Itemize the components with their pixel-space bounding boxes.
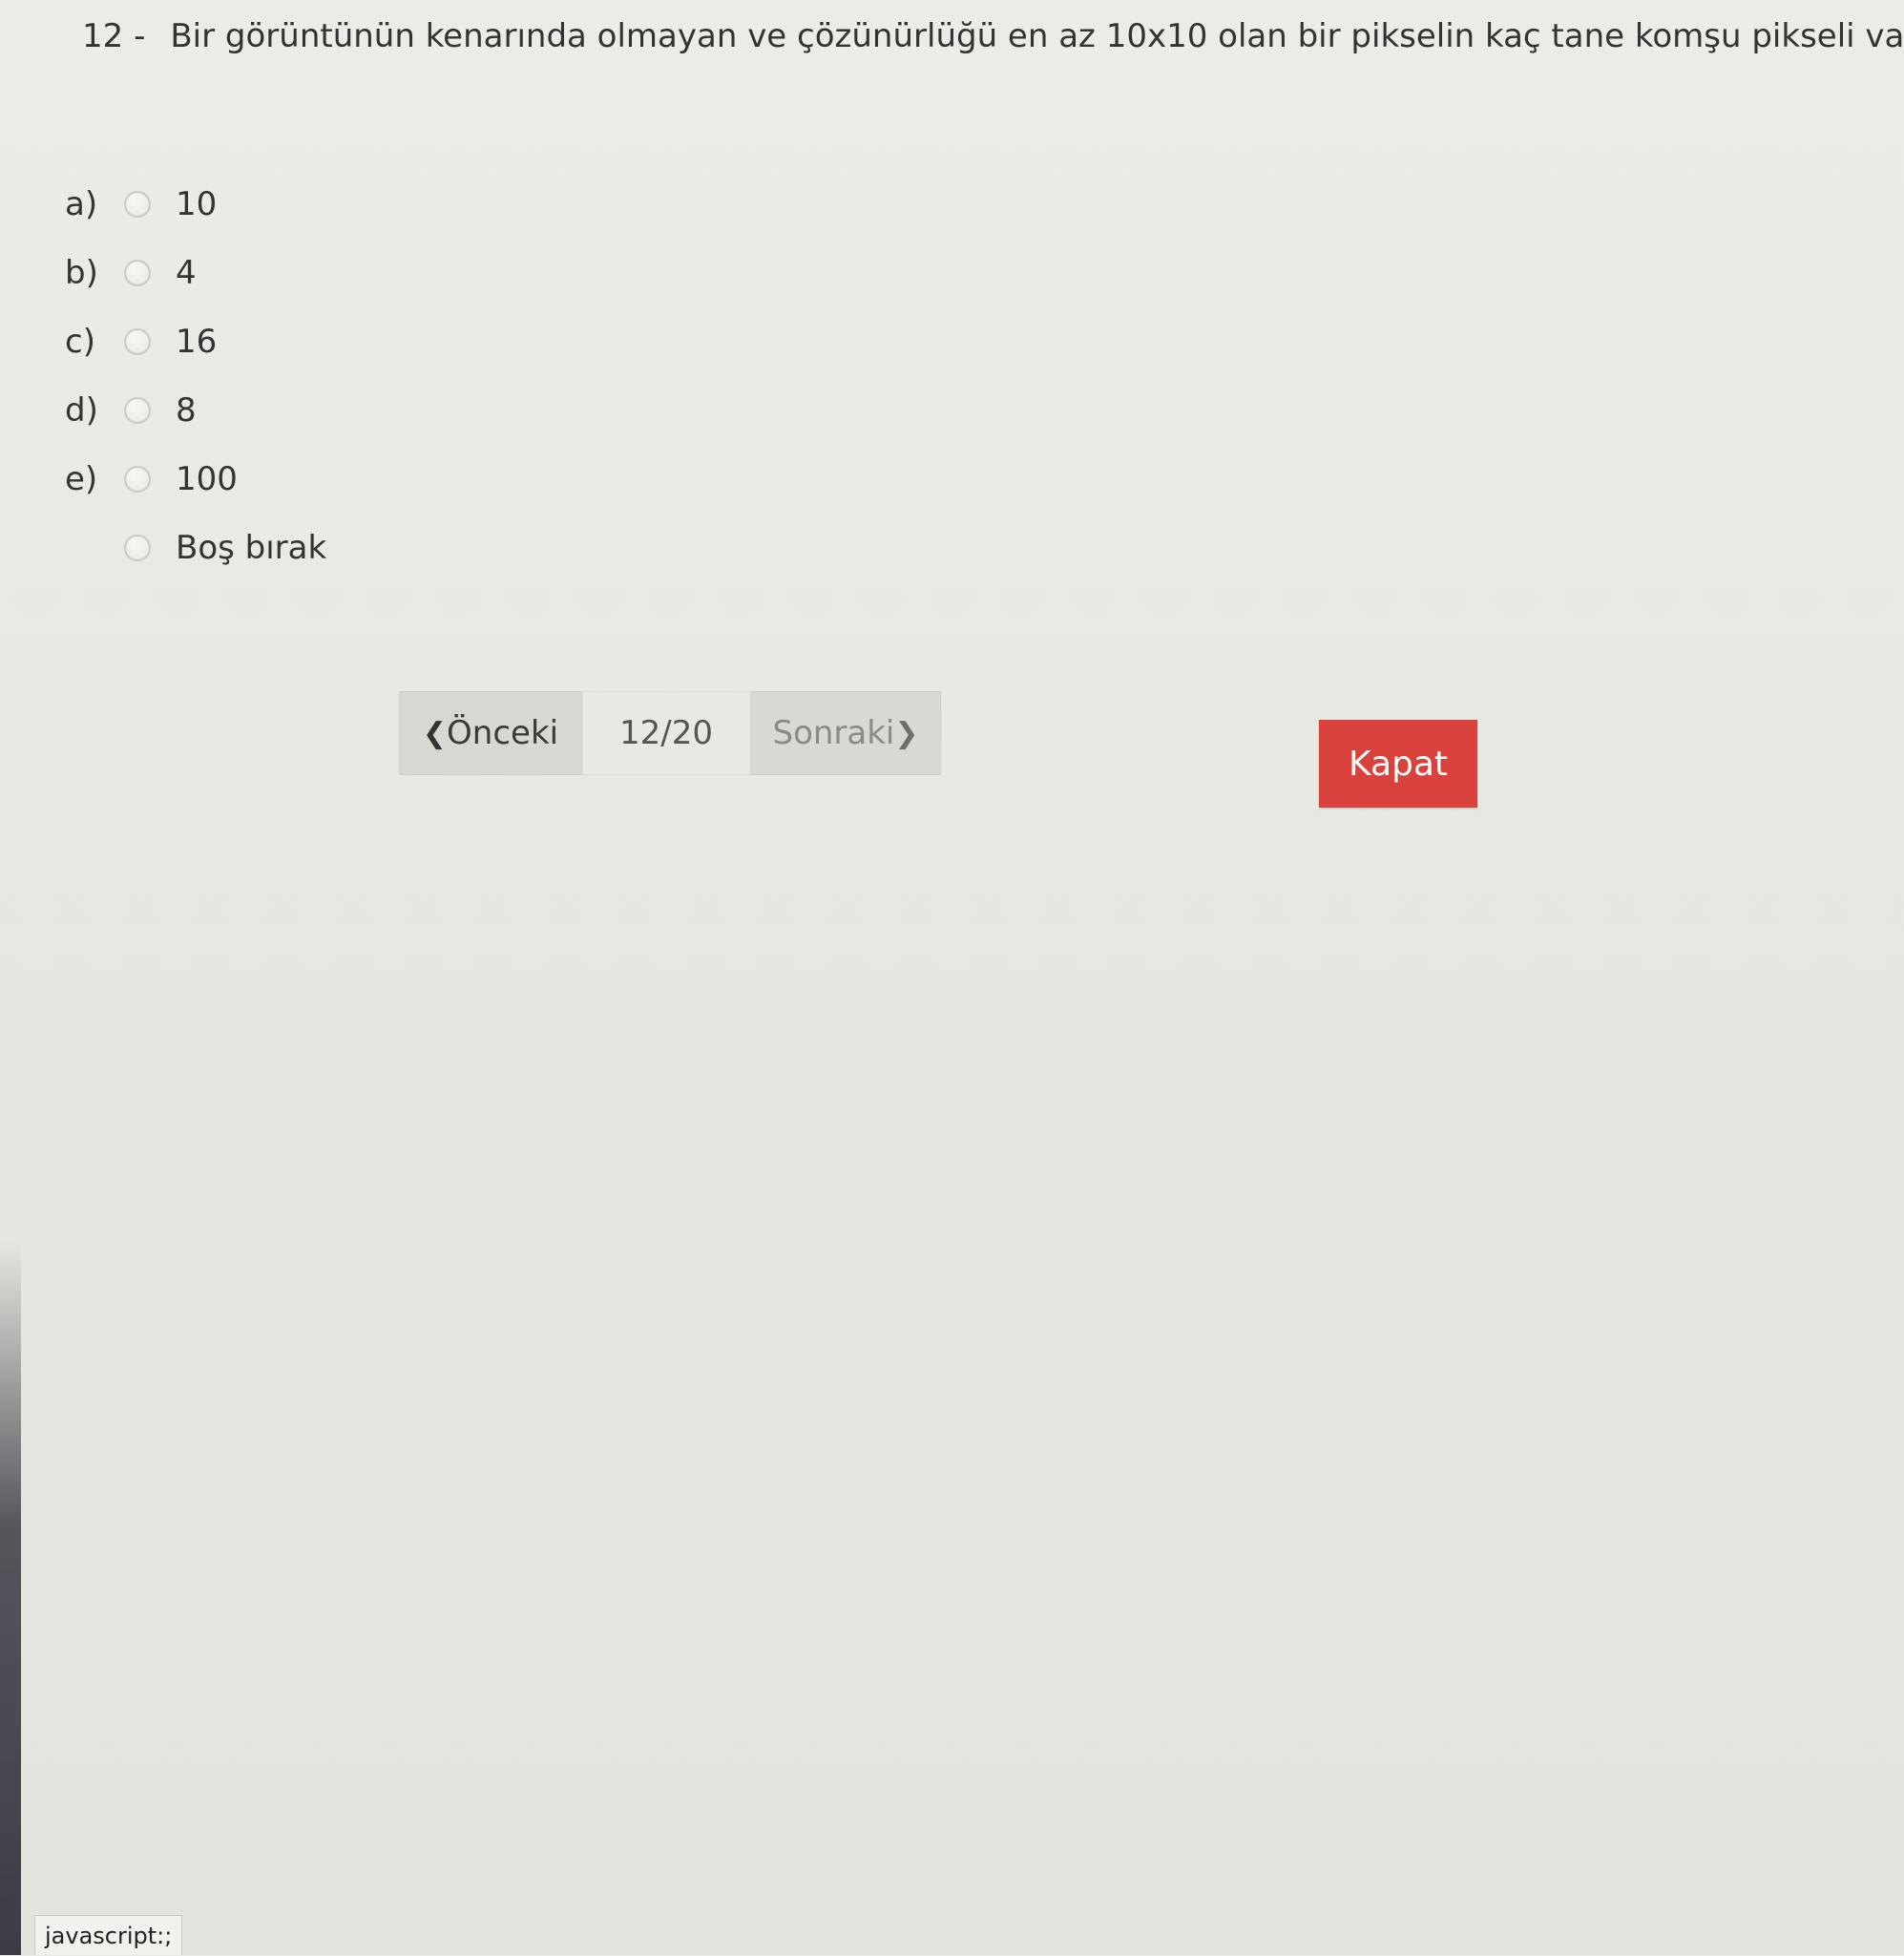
option-letter: d) (65, 391, 98, 430)
chevron-right-icon: ❯ (894, 716, 919, 750)
option-label: 4 (176, 254, 197, 292)
screen-bezel-edge (0, 1241, 21, 1955)
radio-button[interactable] (124, 260, 151, 286)
option-label: 100 (176, 460, 238, 498)
question-text: Bir görüntünün kenarında olmayan ve çözü… (170, 17, 1904, 55)
option-d[interactable]: d) 8 (65, 376, 326, 445)
radio-button[interactable] (124, 397, 151, 424)
option-label: 8 (176, 391, 197, 430)
option-label: 10 (176, 185, 218, 223)
option-letter: c) (65, 323, 95, 361)
option-letter: e) (65, 460, 98, 498)
option-e[interactable]: e) 100 (65, 445, 326, 514)
radio-button[interactable] (124, 191, 151, 218)
next-label: Sonraki (772, 714, 895, 752)
skip-label: Boş bırak (176, 529, 327, 567)
option-letter: b) (65, 254, 98, 292)
option-letter: a) (65, 185, 98, 223)
question-counter: 12/20 (582, 691, 750, 775)
question-number: 12 - (82, 17, 146, 55)
option-label: 16 (176, 323, 218, 361)
option-c[interactable]: c) 16 (65, 307, 326, 376)
radio-button[interactable] (124, 535, 151, 561)
radio-button[interactable] (124, 466, 151, 493)
answer-options: a) 10 b) 4 c) 16 d) 8 e) 100 Boş bırak (65, 170, 326, 582)
close-button[interactable]: Kapat (1319, 720, 1477, 808)
question-navigation: ❮ Önceki 12/20 Sonraki ❯ (399, 691, 941, 775)
chevron-left-icon: ❮ (422, 716, 448, 750)
option-skip[interactable]: Boş bırak (65, 514, 326, 582)
question-header: 12 - Bir görüntünün kenarında olmayan ve … (82, 13, 1904, 59)
status-bar: javascript:; (34, 1915, 183, 1955)
option-b[interactable]: b) 4 (65, 239, 326, 307)
option-a[interactable]: a) 10 (65, 170, 326, 239)
radio-button[interactable] (124, 328, 151, 355)
next-button[interactable]: Sonraki ❯ (750, 691, 941, 775)
previous-button[interactable]: ❮ Önceki (399, 691, 582, 775)
previous-label: Önceki (447, 714, 559, 752)
